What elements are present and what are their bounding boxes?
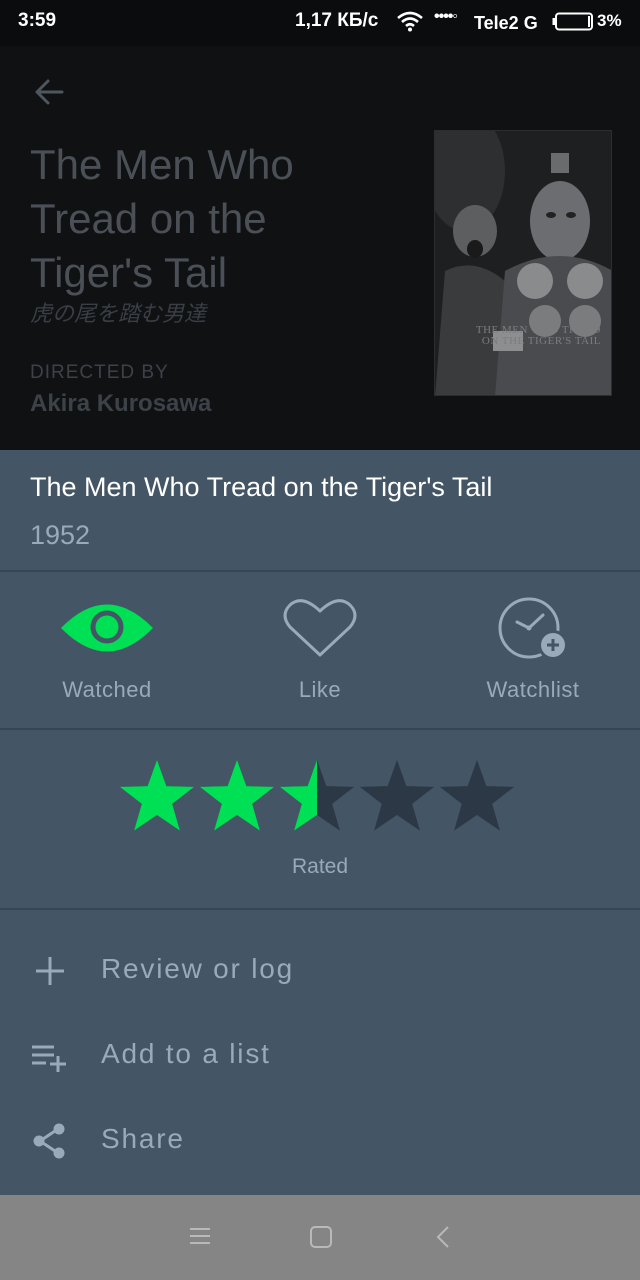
poster-image: [435, 131, 611, 395]
plus-icon: [36, 957, 64, 985]
share-label: Share: [101, 1123, 185, 1154]
film-poster[interactable]: THE MEN WHO TREAD ON THE TIGER'S TAIL: [434, 130, 612, 396]
star-rating[interactable]: [118, 758, 522, 836]
review-or-log-item[interactable]: Review or log: [0, 935, 640, 1005]
watched-label: Watched: [62, 677, 152, 702]
share-item[interactable]: Share: [0, 1105, 640, 1175]
film-header: The Men Who Tread on the Tiger's Tail 虎の…: [0, 46, 640, 450]
battery-percent: 3%: [597, 11, 622, 30]
status-bar: 3:59 1,17 КБ/с ••••◦ Tele2 G 3%: [0, 0, 640, 46]
carrier-name: Tele2 G: [474, 13, 538, 33]
back-arrow-icon[interactable]: [30, 72, 70, 112]
star-4-icon[interactable]: [358, 758, 436, 836]
poster-caption: THE MEN WHO TREAD ON THE TIGER'S TAIL: [475, 324, 601, 347]
status-time: 3:59: [18, 10, 57, 31]
watched-button[interactable]: Watched: [0, 595, 214, 725]
sheet-film-title: The Men Who Tread on the Tiger's Tail: [30, 472, 493, 502]
home-icon[interactable]: [309, 1225, 333, 1249]
add-to-list-item[interactable]: Add to a list: [0, 1020, 640, 1090]
original-title: 虎の尾を踏む男達: [30, 302, 207, 327]
heart-icon: [283, 599, 357, 657]
like-label: Like: [298, 677, 342, 702]
network-speed: 1,17 КБ/с: [295, 10, 379, 31]
share-icon: [33, 1123, 65, 1159]
add-to-list-label: Add to a list: [101, 1038, 271, 1069]
eye-icon: [61, 604, 153, 652]
film-actions-sheet: The Men Who Tread on the Tiger's Tail 19…: [0, 450, 640, 1195]
director-name[interactable]: Akira Kurosawa: [30, 390, 211, 418]
clock-plus-icon: [498, 597, 568, 660]
battery-icon: [552, 12, 593, 31]
sheet-film-year: 1952: [30, 520, 91, 550]
wifi-icon: [397, 11, 423, 32]
film-title: The Men Who Tread on the Tiger's Tail: [30, 141, 294, 296]
star-2-icon[interactable]: [198, 758, 276, 836]
like-button[interactable]: Like: [213, 595, 427, 725]
review-or-log-label: Review or log: [101, 953, 295, 984]
divider: [0, 570, 640, 572]
star-3-icon[interactable]: [278, 758, 356, 836]
rated-label: Rated: [291, 855, 349, 878]
system-navigation-bar: [0, 1195, 640, 1280]
watchlist-button[interactable]: Watchlist: [426, 595, 640, 725]
star-5-icon[interactable]: [438, 758, 516, 836]
back-icon[interactable]: [435, 1225, 451, 1249]
playlist-add-icon: [32, 1045, 66, 1072]
divider: [0, 908, 640, 910]
divider: [0, 728, 640, 730]
film-page: 3:59 1,17 КБ/с ••••◦ Tele2 G 3% The Men …: [0, 0, 640, 1280]
watchlist-label: Watchlist: [486, 677, 580, 702]
menu-icon[interactable]: [189, 1225, 211, 1247]
star-1-icon[interactable]: [118, 758, 196, 836]
directed-by-label: DIRECTED BY: [30, 362, 169, 383]
signal-strength-icon: ••••◦: [434, 8, 458, 25]
